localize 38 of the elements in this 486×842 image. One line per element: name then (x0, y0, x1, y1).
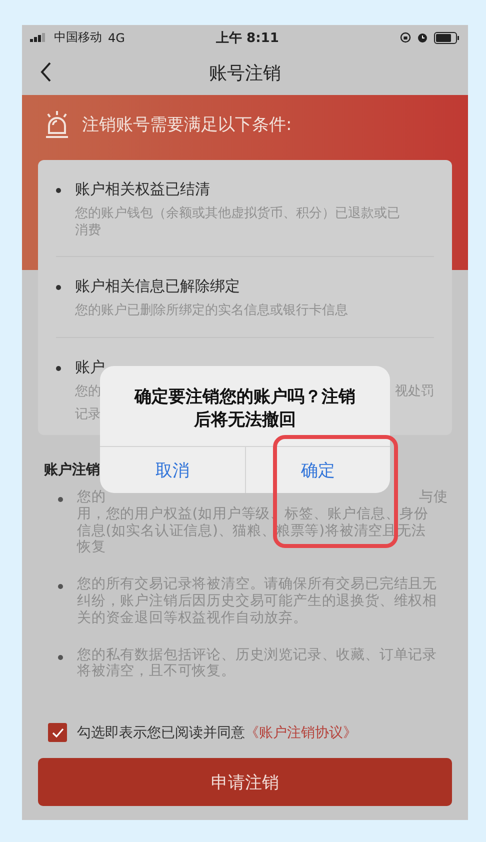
bullet-dot (56, 188, 61, 193)
rotation-lock-icon (400, 32, 411, 43)
notice-text: 恢复 (77, 539, 106, 556)
notice-text: 您的所有交易记录将被清空。请确保所有交易已完结且无纠纷，账户注销后因历史交易可能产生的退换货、维权相关的资金退回等权益视作自动放弃。 (77, 576, 438, 627)
banner-title: 注销账号需要满足以下条件: (82, 114, 292, 136)
condition-description: 您的账户已删除所绑定的实名信息或银行卡信息 (75, 302, 349, 319)
network-label: 4G (108, 30, 125, 44)
agree-checkbox[interactable] (48, 723, 67, 742)
notice-text: 您的私有数据包括评论、历史浏览记录、收藏、订单记录将被清空，且不可恢复。 (77, 646, 438, 680)
notice-text: 您的 (77, 489, 106, 506)
page-title: 账号注销 (209, 62, 281, 84)
status-time: 上午 8:11 (216, 30, 279, 46)
confirm-button[interactable]: 确定 (244, 447, 390, 493)
condition-description: 您的 (75, 383, 101, 400)
back-icon[interactable] (40, 62, 52, 82)
bullet-dot (56, 285, 61, 290)
signal-icon (30, 33, 48, 42)
condition-description: 记录 (75, 406, 101, 423)
bullet-dot (58, 654, 63, 660)
agreement-text: 勾选即表示您已阅读并同意《账户注销协议》 (77, 724, 357, 742)
dialog-message: 确定要注销您的账户吗？注销后将无法撤回 (133, 386, 356, 432)
condition-title: 账户相关权益已结清 (75, 180, 211, 199)
carrier-label: 中国移动 (54, 29, 102, 46)
battery-icon (434, 32, 460, 44)
notice-text: 信息(如实名认证信息)、猫粮、粮票等)将被清空且无法 (77, 522, 426, 540)
condition-description: 您的账户钱包（余额或其他虚拟货币、积分）已退款或已消费 (75, 205, 401, 239)
condition-description: 视处罚 (395, 383, 434, 400)
section-heading: 账户注销 (44, 461, 100, 479)
condition-title: 账户相关信息已解除绑定 (75, 277, 241, 296)
bullet-dot (58, 584, 63, 590)
check-icon (52, 728, 64, 738)
agreement-link[interactable]: 《账户注销协议》 (245, 724, 357, 740)
alarm-icon (417, 32, 428, 43)
condition-title: 账户 (75, 358, 106, 377)
bullet-dot (56, 366, 61, 371)
apply-button[interactable]: 申请注销 (38, 758, 452, 806)
notice-text: 与使 (419, 489, 448, 506)
bullet-dot (58, 497, 63, 502)
